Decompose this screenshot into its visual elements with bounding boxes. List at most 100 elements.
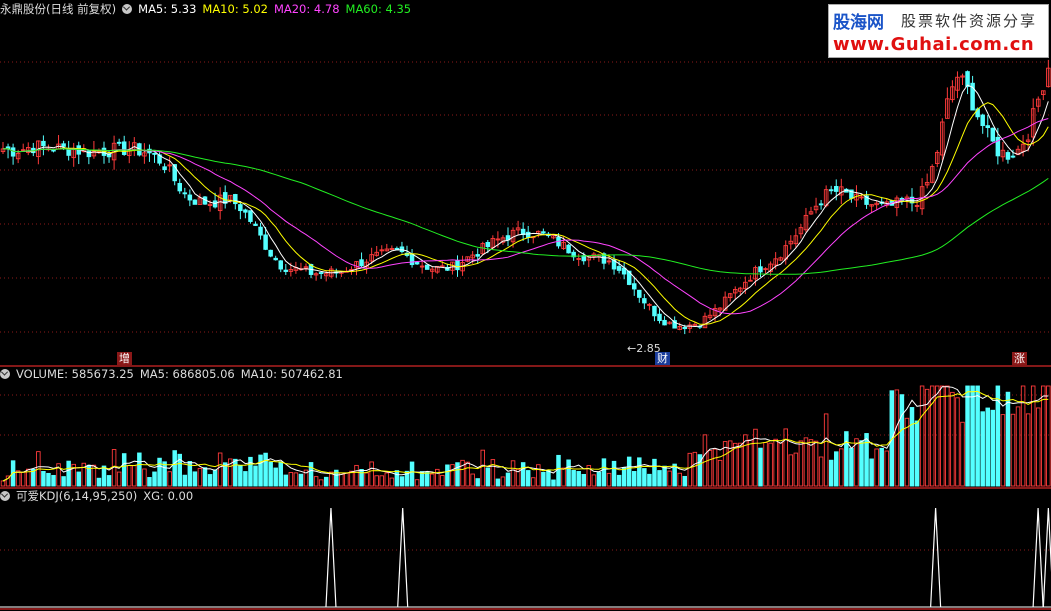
candle-body <box>248 210 253 222</box>
volume-bar <box>470 473 475 487</box>
event-marker-zhang[interactable]: 涨 <box>1012 352 1027 365</box>
volume-bar <box>541 471 546 487</box>
candle-body <box>121 141 127 155</box>
volume-bar <box>450 464 455 487</box>
volume-bar <box>323 476 329 487</box>
volume-bar <box>500 476 506 487</box>
volume-bar <box>813 440 819 487</box>
candle-body <box>409 253 415 266</box>
candle-body <box>61 143 66 147</box>
candle-body <box>1010 155 1016 158</box>
ma10-line <box>2 102 1049 325</box>
volume-bar <box>424 472 430 487</box>
volume-bar <box>642 468 647 487</box>
volume-bar <box>662 465 667 487</box>
candle-body <box>485 241 491 248</box>
volume-bar <box>854 438 859 487</box>
chart-canvas <box>0 59 1051 610</box>
volume-bar <box>571 470 576 487</box>
volume-bar <box>611 460 617 487</box>
volume-bar <box>748 439 753 487</box>
kdj-title: 可爱KDJ(6,14,95,250) <box>16 489 138 503</box>
candle-body <box>263 234 268 250</box>
volume-bar <box>596 471 602 487</box>
moving-average-lines <box>2 84 1049 328</box>
volume-bar <box>0 480 6 487</box>
volume-bar <box>793 452 799 487</box>
ma10-value: MA10: 5.02 <box>202 2 268 16</box>
candle-body <box>278 260 284 270</box>
volume-bar <box>985 407 991 487</box>
volume-bar <box>834 451 839 487</box>
ma5-value: MA5: 5.33 <box>138 2 197 16</box>
volume-bar <box>702 434 708 487</box>
volume-bar <box>606 472 612 487</box>
volume-bar <box>919 385 925 487</box>
volume-panel-header: VOLUME: 585673.25 MA5: 686805.06 MA10: 5… <box>0 367 343 381</box>
volume-bar <box>773 438 778 487</box>
candle-body <box>657 313 662 322</box>
volume-bar <box>717 459 723 487</box>
volume-bar <box>414 479 420 487</box>
ma20-value: MA20: 4.78 <box>273 2 340 16</box>
volume-bar <box>808 439 814 487</box>
volume-bar <box>1010 413 1016 487</box>
volume-bar <box>647 473 652 487</box>
xg-signal-spike <box>1042 507 1051 608</box>
volume-bar <box>101 465 107 487</box>
volume-bar <box>783 428 789 487</box>
candle-body <box>187 194 193 201</box>
volume-bar <box>157 457 162 487</box>
xg-signal-spike <box>325 507 337 608</box>
candle-body <box>985 125 991 129</box>
volume-bar <box>940 385 945 487</box>
price-candles[interactable] <box>0 59 1051 335</box>
volume-bar <box>197 468 203 487</box>
volume-bar <box>116 471 122 487</box>
volume-bar <box>576 471 581 487</box>
volume-bar <box>364 472 369 487</box>
volume-bar <box>869 458 874 487</box>
volume-bar <box>758 447 763 487</box>
volume-bar <box>46 472 51 487</box>
volume-bar <box>692 451 698 487</box>
candle-body <box>525 231 531 238</box>
chevron-down-icon[interactable] <box>0 491 10 501</box>
ma5-line <box>2 84 1049 328</box>
volume-bar <box>909 407 915 487</box>
volume-bar <box>975 385 980 487</box>
volume-bar <box>162 461 167 487</box>
volume-bar <box>899 394 905 487</box>
volume-bar <box>485 467 491 487</box>
volume-bar <box>844 431 849 487</box>
volume-bar <box>20 471 26 487</box>
candle-body <box>424 264 430 270</box>
chevron-down-icon[interactable] <box>0 369 10 379</box>
volume-bar <box>823 413 829 487</box>
volume-bar <box>207 474 213 487</box>
candle-body <box>243 209 248 213</box>
volume-bar <box>61 476 66 487</box>
volume-bar <box>677 472 682 487</box>
candle-body <box>238 204 243 212</box>
candle-body <box>990 127 996 142</box>
volume-bar <box>828 459 834 487</box>
volume-bar <box>248 456 253 487</box>
grid-lines <box>0 61 1051 610</box>
volume-bar <box>445 464 450 487</box>
volume-ma10-value: MA10: 507462.81 <box>240 367 343 381</box>
volume-bar <box>349 470 354 487</box>
volume-bar <box>556 454 561 487</box>
volume-bar <box>409 461 415 487</box>
candle-body <box>318 272 324 275</box>
volume-bar <box>344 472 349 487</box>
xg-signal-spike <box>930 507 942 608</box>
chevron-down-icon[interactable] <box>122 4 133 14</box>
volume-bar <box>520 462 526 487</box>
candle-body <box>182 192 188 195</box>
volume-bar <box>394 470 400 487</box>
event-marker-zeng[interactable]: 增 <box>117 352 132 365</box>
candle-body <box>965 71 970 87</box>
volume-bar <box>465 461 470 487</box>
logo-brand: 股海网 <box>833 13 884 33</box>
